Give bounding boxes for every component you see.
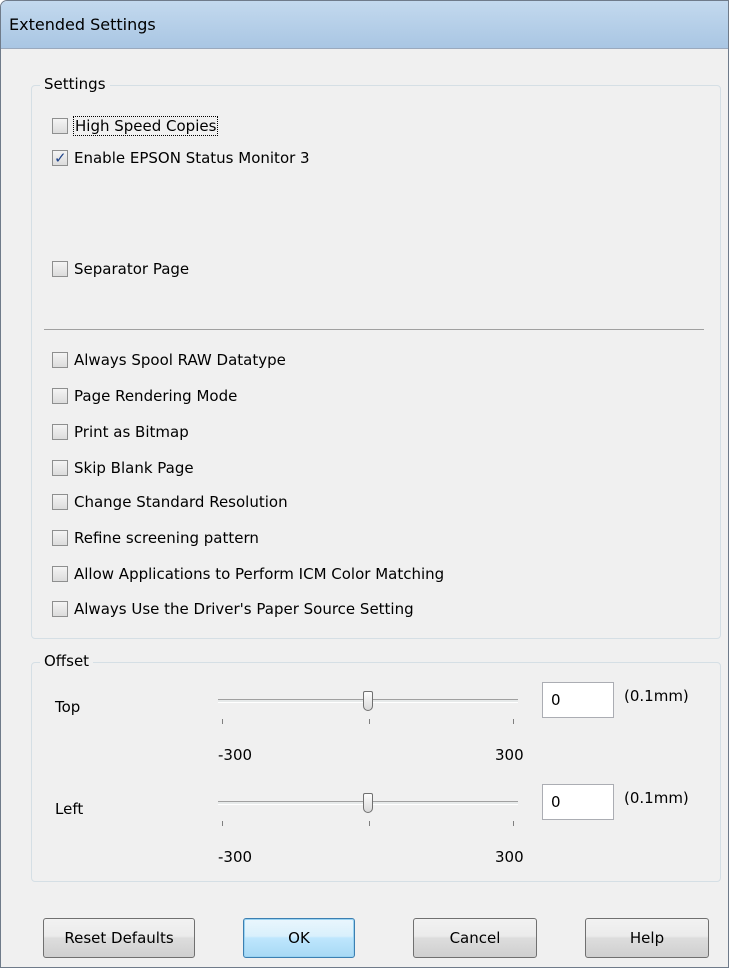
window-title: Extended Settings [9,15,156,34]
checkbox-box[interactable] [52,530,68,546]
help-button[interactable]: Help [585,918,709,958]
checkbox-box[interactable] [52,424,68,440]
checkbox-box[interactable] [52,388,68,404]
extended-settings-dialog: Extended Settings Settings High Speed Co… [0,0,729,968]
offset-top-min: -300 [218,746,253,764]
checkbox-separator-page[interactable]: Separator Page [52,258,189,280]
offset-left-input[interactable] [542,784,614,820]
checkbox-high-speed-copies[interactable]: High Speed Copies [52,115,219,137]
offset-left-unit: (0.1mm) [624,789,689,807]
checkbox-box[interactable]: ✓ [52,149,68,167]
checkbox-label: Print as Bitmap [74,423,189,441]
checkbox-box[interactable] [52,601,68,617]
offset-left-max: 300 [495,848,524,866]
slider-tick [513,821,514,826]
offset-top-label: Top [55,698,81,716]
checkbox-label: Refine screening pattern [74,529,259,547]
checkbox-refine-screening-pattern[interactable]: Refine screening pattern [52,527,259,549]
slider-thumb[interactable] [363,691,373,711]
checkbox-driver-paper-source[interactable]: Always Use the Driver's Paper Source Set… [52,598,414,620]
checkbox-box[interactable] [52,261,68,277]
slider-tick [513,719,514,724]
offset-top-input[interactable] [542,682,614,718]
checkbox-box[interactable] [52,460,68,476]
settings-group-label: Settings [40,75,110,93]
checkbox-skip-blank-page[interactable]: Skip Blank Page [52,457,194,479]
offset-left-label: Left [55,800,84,818]
checkbox-always-spool-raw[interactable]: Always Spool RAW Datatype [52,349,286,371]
checkbox-box[interactable] [52,352,68,368]
slider-tick [369,719,370,724]
title-bar[interactable]: Extended Settings [1,1,728,49]
checkbox-label: Always Use the Driver's Paper Source Set… [74,600,414,618]
offset-left-min: -300 [218,848,253,866]
checkbox-box[interactable] [52,566,68,582]
ok-button[interactable]: OK [243,918,355,958]
checkbox-box[interactable] [52,494,68,510]
checkbox-label: Enable EPSON Status Monitor 3 [74,149,310,167]
checkbox-label: Separator Page [74,260,190,278]
slider-tick [369,821,370,826]
divider [44,329,704,330]
offset-group-label: Offset [40,652,94,670]
slider-thumb[interactable] [363,793,373,813]
slider-tick [222,719,223,724]
checkmark-icon: ✓ [54,149,67,167]
checkbox-enable-status-monitor[interactable]: ✓ Enable EPSON Status Monitor 3 [52,147,310,169]
checkbox-box[interactable] [52,118,68,134]
checkbox-label: Change Standard Resolution [74,493,288,511]
checkbox-label: High Speed Copies [72,116,219,136]
cancel-button[interactable]: Cancel [413,918,537,958]
offset-left-slider[interactable] [218,785,522,830]
offset-top-slider[interactable] [218,683,522,728]
offset-group: Offset Top (0.1mm) -300 300 Left (0.1mm)… [31,652,721,882]
checkbox-print-as-bitmap[interactable]: Print as Bitmap [52,421,189,443]
checkbox-change-standard-resolution[interactable]: Change Standard Resolution [52,491,288,513]
checkbox-label: Allow Applications to Perform ICM Color … [74,565,445,583]
checkbox-label: Skip Blank Page [74,459,194,477]
offset-top-max: 300 [495,746,524,764]
slider-tick [222,821,223,826]
offset-top-unit: (0.1mm) [624,687,689,705]
checkbox-allow-icm-matching[interactable]: Allow Applications to Perform ICM Color … [52,563,444,585]
reset-defaults-button[interactable]: Reset Defaults [43,918,195,958]
checkbox-label: Always Spool RAW Datatype [74,351,286,369]
settings-group: Settings High Speed Copies ✓ Enable EPSO… [31,75,721,639]
checkbox-page-rendering-mode[interactable]: Page Rendering Mode [52,385,237,407]
checkbox-label: Page Rendering Mode [74,387,238,405]
